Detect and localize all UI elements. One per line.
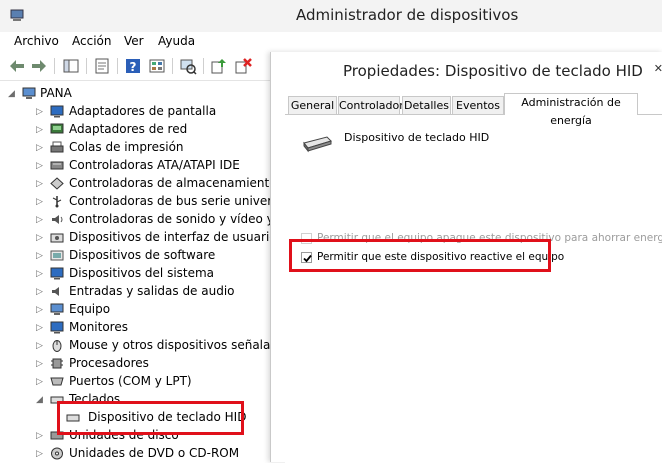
monitor-icon — [50, 321, 64, 334]
expand-arrow-icon[interactable]: ▷ — [36, 215, 44, 225]
highlight-box — [57, 401, 244, 435]
tree-item[interactable]: ▷ Adaptadores de pantalla — [0, 103, 272, 121]
tree-item[interactable]: ▷ Controladoras de bus serie universal — [0, 193, 272, 211]
tab-controlador[interactable]: Controlador — [338, 96, 404, 115]
expand-arrow-icon[interactable]: ▷ — [36, 377, 44, 387]
tree-item[interactable]: ▷ Controladoras ATA/ATAPI IDE — [0, 157, 272, 175]
device-manager-app-icon[interactable] — [10, 8, 24, 22]
toolbar-separator — [86, 58, 87, 74]
tree-item[interactable]: ▷ Controladoras de almacenamiento — [0, 175, 272, 193]
tree-item[interactable]: ▷ Controladoras de sonido y vídeo y disp — [0, 211, 272, 229]
expand-arrow-icon[interactable]: ▷ — [36, 341, 44, 351]
tab-administracion-energia[interactable]: Administración de energía — [504, 93, 638, 127]
tree-item[interactable]: ▷ Dispositivos de software — [0, 247, 272, 265]
expand-arrow-icon[interactable]: ▷ — [36, 305, 44, 315]
expand-arrow-icon[interactable]: ▷ — [36, 287, 44, 297]
tree-item[interactable]: ▷ Puertos (COM y LPT) — [0, 373, 272, 391]
expand-arrow-icon[interactable]: ▷ — [36, 197, 44, 207]
expand-arrow-icon[interactable]: ▷ — [36, 431, 44, 441]
hid-icon — [50, 233, 64, 243]
tree-item[interactable]: ▷ Unidades de DVD o CD-ROM — [0, 445, 272, 462]
device-name: Dispositivo de teclado HID — [344, 131, 490, 144]
expand-arrow-icon[interactable]: ▷ — [36, 323, 44, 333]
ide-controller-icon — [50, 161, 64, 170]
device-tree[interactable]: ◢ PANA ▷ Adaptadores de pantalla ▷ Adapt… — [0, 81, 272, 462]
tab-strip: General Controlador Detalles Eventos Adm… — [285, 93, 662, 127]
printer-icon — [50, 141, 64, 153]
tree-item[interactable]: ▷ Colas de impresión — [0, 139, 272, 157]
processor-icon — [51, 358, 63, 369]
audio-io-icon — [52, 287, 59, 296]
computer-icon — [22, 87, 36, 99]
expand-arrow-icon[interactable]: ▷ — [36, 107, 44, 117]
dvd-drive-icon — [51, 447, 63, 460]
menu-ver[interactable]: Ver — [124, 34, 144, 48]
keyboard-icon — [303, 136, 332, 153]
title-bar: Administrador de dispositivos — [0, 0, 662, 32]
collapse-arrow-icon[interactable]: ◢ — [36, 395, 44, 405]
expand-arrow-icon[interactable]: ▷ — [36, 233, 44, 243]
expand-arrow-icon[interactable]: ▷ — [36, 269, 44, 279]
properties-icon[interactable] — [93, 57, 111, 75]
dialog-title: Propiedades: Dispositivo de teclado HID — [343, 62, 643, 80]
tree-root-label: PANA — [40, 86, 72, 100]
tab-eventos[interactable]: Eventos — [452, 96, 504, 115]
tree-item[interactable]: ▷ Procesadores — [0, 355, 272, 373]
window-title: Administrador de dispositivos — [296, 6, 519, 24]
expand-arrow-icon[interactable]: ▷ — [36, 251, 44, 261]
tree-item[interactable]: ▷ Dispositivos de interfaz de usuario (H… — [0, 229, 272, 247]
computer-icon — [50, 303, 64, 315]
menu-bar: Archivo Acción Ver Ayuda — [0, 32, 662, 52]
storage-controller-icon — [50, 177, 64, 190]
tree-item[interactable]: ▷ Entradas y salidas de audio — [0, 283, 272, 301]
software-device-icon — [50, 250, 64, 261]
toolbar-separator — [117, 58, 118, 74]
expand-arrow-icon[interactable]: ▷ — [36, 125, 44, 135]
display-adapter-icon — [50, 105, 64, 118]
highlight-box — [289, 239, 551, 272]
back-arrow-icon[interactable] — [8, 57, 26, 75]
collapse-arrow-icon[interactable]: ◢ — [8, 89, 16, 99]
properties-dialog: Propiedades: Dispositivo de teclado HID … — [270, 52, 662, 463]
scan-hardware-icon[interactable] — [179, 57, 197, 75]
uninstall-device-icon[interactable] — [234, 57, 252, 75]
network-adapter-icon — [50, 123, 64, 134]
forward-arrow-icon[interactable] — [30, 57, 48, 75]
expand-arrow-icon[interactable]: ▷ — [36, 161, 44, 171]
expand-arrow-icon[interactable]: ▷ — [36, 179, 44, 189]
tree-root-pana[interactable]: ◢ PANA — [0, 85, 272, 103]
show-hide-tree-icon[interactable] — [62, 57, 80, 75]
tree-item[interactable]: ▷ Adaptadores de red — [0, 121, 272, 139]
menu-ayuda[interactable]: Ayuda — [158, 34, 195, 48]
toolbar-separator — [54, 58, 55, 74]
expand-arrow-icon[interactable]: ▷ — [36, 359, 44, 369]
view-icon[interactable] — [148, 57, 166, 75]
menu-accion[interactable]: Acción — [72, 34, 111, 48]
menu-archivo[interactable]: Archivo — [14, 34, 59, 48]
help-icon[interactable]: ? — [124, 57, 142, 75]
tree-item[interactable]: ▷ Equipo — [0, 301, 272, 319]
tab-general[interactable]: General — [288, 96, 337, 115]
sound-icon — [52, 215, 63, 224]
toolbar-separator — [203, 58, 204, 74]
tree-item[interactable]: ▷ Dispositivos del sistema — [0, 265, 272, 283]
toolbar-separator — [172, 58, 173, 74]
expand-arrow-icon[interactable]: ▷ — [36, 143, 44, 153]
system-device-icon — [50, 267, 64, 280]
power-management-panel: Dispositivo de teclado HID Permitir que … — [285, 114, 662, 463]
tab-detalles[interactable]: Detalles — [402, 96, 451, 115]
update-driver-icon[interactable] — [210, 57, 228, 75]
close-icon[interactable]: ✕ — [654, 62, 662, 75]
tree-item[interactable]: ▷ Mouse y otros dispositivos señaladores — [0, 337, 272, 355]
port-icon — [50, 377, 64, 386]
mouse-icon — [52, 340, 62, 352]
usb-icon — [52, 196, 62, 208]
tree-item[interactable]: ▷ Monitores — [0, 319, 272, 337]
svg-text:?: ? — [130, 60, 137, 74]
expand-arrow-icon[interactable]: ▷ — [36, 449, 44, 459]
